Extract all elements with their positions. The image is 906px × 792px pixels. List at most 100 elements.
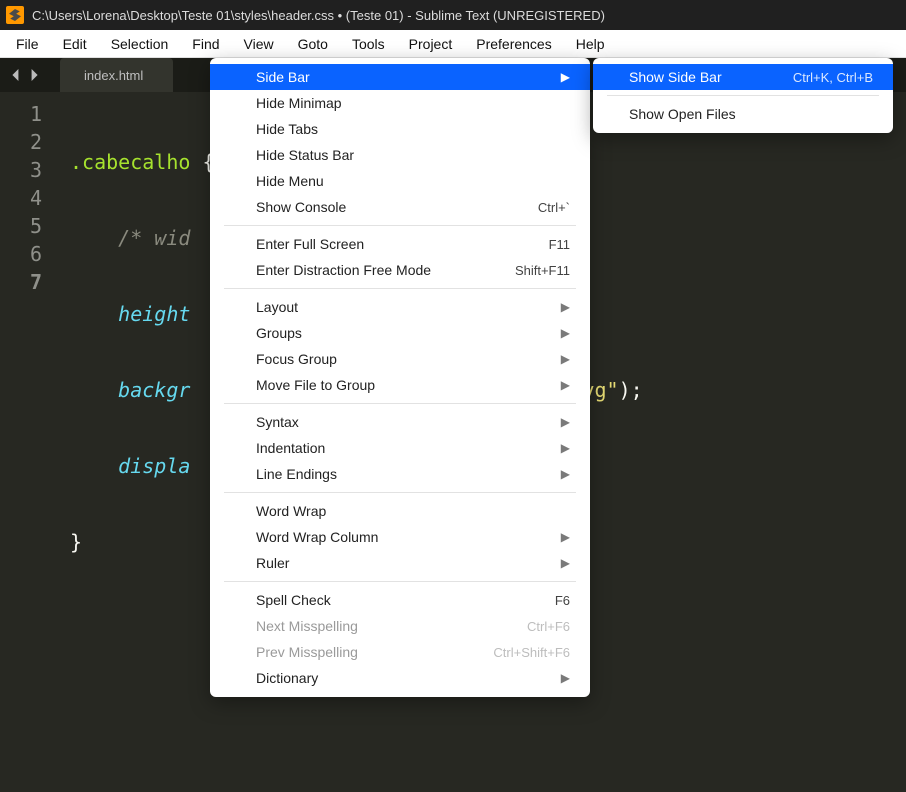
- menu-item-label: Focus Group: [256, 351, 337, 367]
- menu-goto[interactable]: Goto: [286, 31, 340, 57]
- view-menu-item[interactable]: Word Wrap Column ▶: [210, 524, 590, 550]
- menu-view[interactable]: View: [232, 31, 286, 57]
- menu-item-label: Enter Full Screen: [256, 236, 364, 252]
- menu-item-shortcut: Ctrl+`: [538, 200, 570, 215]
- menu-item-label: Show Open Files: [629, 106, 736, 122]
- menu-item-label: Groups: [256, 325, 302, 341]
- view-menu-item[interactable]: Ruler ▶: [210, 550, 590, 576]
- chevron-right-icon: ▶: [558, 326, 570, 340]
- tab-nav-arrows[interactable]: [0, 58, 50, 92]
- menu-item-label: Prev Misspelling: [256, 644, 358, 660]
- menu-item-label: Dictionary: [256, 670, 318, 686]
- view-menu-item[interactable]: Side Bar ▶: [210, 64, 590, 90]
- sidebar-submenu-item[interactable]: Show Side Bar Ctrl+K, Ctrl+B: [593, 64, 893, 90]
- sidebar-submenu-separator: [607, 95, 879, 96]
- menu-item-label: Layout: [256, 299, 298, 315]
- view-menu-item[interactable]: Word Wrap: [210, 498, 590, 524]
- line-number: 5: [0, 212, 60, 240]
- view-menu-separator: [224, 288, 576, 289]
- line-number: 4: [0, 184, 60, 212]
- chevron-right-icon: ▶: [558, 441, 570, 455]
- line-number: 6: [0, 240, 60, 268]
- menu-item-label: Hide Menu: [256, 173, 324, 189]
- chevron-right-icon: ▶: [558, 70, 570, 84]
- line-number: 1: [0, 100, 60, 128]
- menu-item-label: Move File to Group: [256, 377, 375, 393]
- menu-item-label: Syntax: [256, 414, 299, 430]
- tab-index-html[interactable]: index.html: [60, 58, 173, 92]
- view-menu-item[interactable]: Hide Menu: [210, 168, 590, 194]
- tab-label: index.html: [84, 68, 143, 83]
- menu-item-shortcut: F6: [555, 593, 570, 608]
- line-number: 3: [0, 156, 60, 184]
- chevron-right-icon: [28, 69, 40, 81]
- app-icon: [6, 6, 24, 24]
- menu-item-label: Ruler: [256, 555, 289, 571]
- chevron-right-icon: ▶: [558, 467, 570, 481]
- view-menu-item[interactable]: Hide Minimap: [210, 90, 590, 116]
- menu-project[interactable]: Project: [397, 31, 465, 57]
- view-menu-item: Next Misspelling Ctrl+F6: [210, 613, 590, 639]
- menu-item-shortcut: Ctrl+Shift+F6: [493, 645, 570, 660]
- view-menu-dropdown: Side Bar ▶ Hide Minimap Hide Tabs Hide Statu…: [210, 58, 590, 697]
- view-menu-item[interactable]: Move File to Group ▶: [210, 372, 590, 398]
- view-menu-separator: [224, 492, 576, 493]
- view-menu-item[interactable]: Enter Full Screen F11: [210, 231, 590, 257]
- menu-find[interactable]: Find: [180, 31, 231, 57]
- menu-preferences[interactable]: Preferences: [464, 31, 563, 57]
- sidebar-submenu: Show Side Bar Ctrl+K, Ctrl+B Show Open Fil…: [593, 58, 893, 133]
- view-menu-item[interactable]: Groups ▶: [210, 320, 590, 346]
- view-menu-item[interactable]: Syntax ▶: [210, 409, 590, 435]
- view-menu-item[interactable]: Show Console Ctrl+`: [210, 194, 590, 220]
- menu-item-label: Hide Tabs: [256, 121, 318, 137]
- menu-item-label: Line Endings: [256, 466, 337, 482]
- line-number: 2: [0, 128, 60, 156]
- menu-item-label: Enter Distraction Free Mode: [256, 262, 431, 278]
- editor-gutter: 1 2 3 4 5 6 7: [0, 92, 60, 296]
- menu-item-label: Next Misspelling: [256, 618, 358, 634]
- view-menu-item[interactable]: Hide Tabs: [210, 116, 590, 142]
- view-menu-item[interactable]: Line Endings ▶: [210, 461, 590, 487]
- view-menu-separator: [224, 225, 576, 226]
- view-menu-item[interactable]: Hide Status Bar: [210, 142, 590, 168]
- view-menu-item[interactable]: Indentation ▶: [210, 435, 590, 461]
- chevron-left-icon: [10, 69, 22, 81]
- menu-item-label: Word Wrap: [256, 503, 326, 519]
- window-titlebar: C:\Users\Lorena\Desktop\Teste 01\styles\…: [0, 0, 906, 30]
- menu-selection[interactable]: Selection: [99, 31, 181, 57]
- chevron-right-icon: ▶: [558, 556, 570, 570]
- view-menu-item[interactable]: Focus Group ▶: [210, 346, 590, 372]
- menu-item-shortcut: F11: [549, 237, 570, 252]
- window-title: C:\Users\Lorena\Desktop\Teste 01\styles\…: [32, 8, 605, 23]
- menu-item-label: Spell Check: [256, 592, 331, 608]
- chevron-right-icon: ▶: [558, 671, 570, 685]
- menu-tools[interactable]: Tools: [340, 31, 397, 57]
- menu-edit[interactable]: Edit: [51, 31, 99, 57]
- menu-item-label: Show Console: [256, 199, 346, 215]
- chevron-right-icon: ▶: [558, 378, 570, 392]
- menu-file[interactable]: File: [4, 31, 51, 57]
- view-menu-item[interactable]: Spell Check F6: [210, 587, 590, 613]
- menu-item-label: Hide Status Bar: [256, 147, 354, 163]
- line-number: 7: [0, 268, 60, 296]
- menu-item-label: Indentation: [256, 440, 325, 456]
- view-menu-item: Prev Misspelling Ctrl+Shift+F6: [210, 639, 590, 665]
- menu-help[interactable]: Help: [564, 31, 617, 57]
- menu-item-label: Side Bar: [256, 69, 310, 85]
- menu-item-shortcut: Ctrl+K, Ctrl+B: [793, 70, 873, 85]
- menu-item-shortcut: Ctrl+F6: [527, 619, 570, 634]
- view-menu-item[interactable]: Layout ▶: [210, 294, 590, 320]
- menu-item-label: Show Side Bar: [629, 69, 722, 85]
- view-menu-item[interactable]: Enter Distraction Free Mode Shift+F11: [210, 257, 590, 283]
- menu-item-label: Word Wrap Column: [256, 529, 378, 545]
- menu-item-shortcut: Shift+F11: [515, 263, 570, 278]
- chevron-right-icon: ▶: [558, 530, 570, 544]
- menubar: File Edit Selection Find View Goto Tools…: [0, 30, 906, 58]
- view-menu-item[interactable]: Dictionary ▶: [210, 665, 590, 691]
- sidebar-submenu-item[interactable]: Show Open Files: [593, 101, 893, 127]
- chevron-right-icon: ▶: [558, 415, 570, 429]
- view-menu-separator: [224, 581, 576, 582]
- chevron-right-icon: ▶: [558, 300, 570, 314]
- menu-item-label: Hide Minimap: [256, 95, 342, 111]
- chevron-right-icon: ▶: [558, 352, 570, 366]
